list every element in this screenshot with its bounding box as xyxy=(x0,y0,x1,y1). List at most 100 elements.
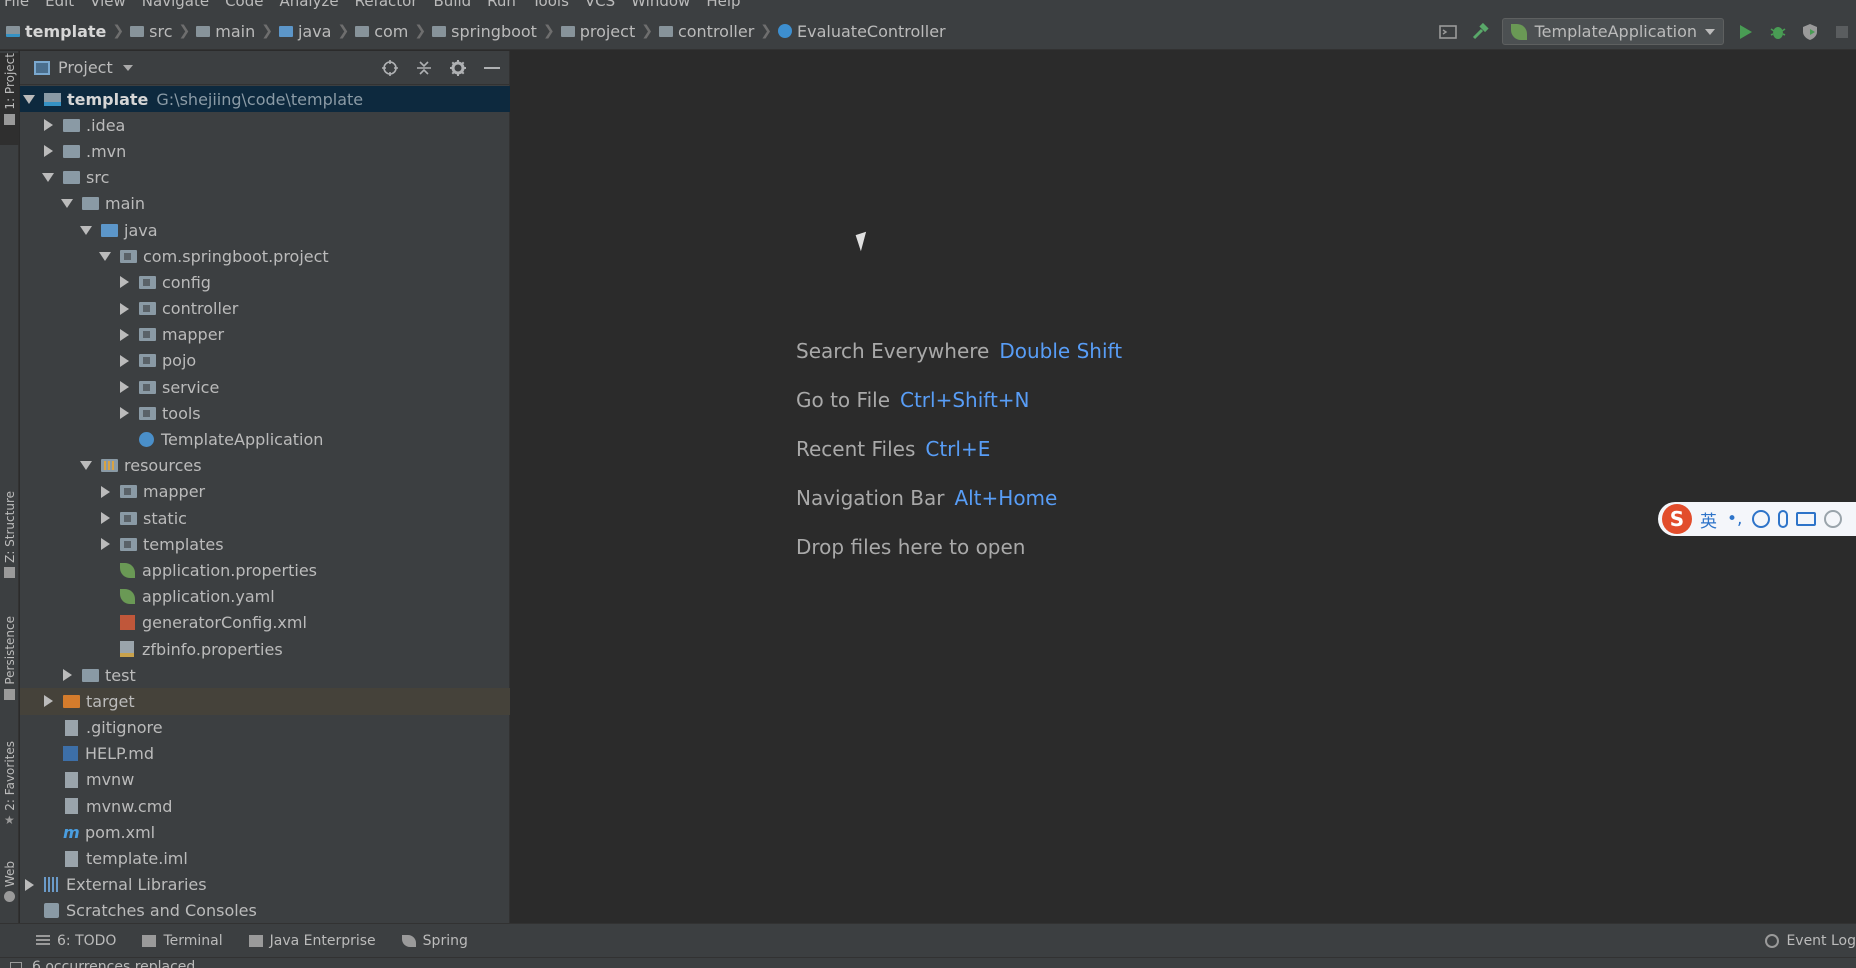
tree-item-package[interactable]: com.springboot.project xyxy=(20,243,510,269)
expand-arrow-icon[interactable] xyxy=(41,171,55,185)
emoji-icon[interactable] xyxy=(1752,510,1771,528)
tool-tab-project[interactable]: 1: Project xyxy=(0,53,19,145)
tool-tab-spring[interactable]: Spring xyxy=(401,933,468,949)
menu-file[interactable]: File xyxy=(4,0,29,13)
expand-arrow-icon[interactable] xyxy=(22,92,36,106)
tool-tab-terminal[interactable]: Terminal xyxy=(142,933,223,949)
tree-item-target[interactable]: target xyxy=(20,688,510,715)
collapse-arrow-icon[interactable] xyxy=(117,380,131,394)
tree-item-templates[interactable]: templates xyxy=(20,531,510,557)
menu-code[interactable]: Code xyxy=(225,0,263,13)
tool-tab-web[interactable]: Web xyxy=(0,861,19,916)
tree-item-help-md[interactable]: HELP.md xyxy=(20,741,510,767)
collapse-arrow-icon[interactable] xyxy=(98,511,112,525)
tree-item-external-libraries[interactable]: External Libraries xyxy=(20,872,510,898)
build-project-button[interactable] xyxy=(1470,22,1490,42)
breadcrumb-item-project[interactable]: project ❯ xyxy=(560,13,659,49)
breadcrumb-item-template[interactable]: template ❯ xyxy=(6,13,130,49)
menu-navigate[interactable]: Navigate xyxy=(142,0,209,13)
tree-item-config[interactable]: config xyxy=(20,269,510,295)
breadcrumb-item-controller[interactable]: controller ❯ xyxy=(658,13,778,49)
run-configuration-select[interactable]: TemplateApplication xyxy=(1501,18,1724,45)
collapse-arrow-icon[interactable] xyxy=(60,668,74,682)
tree-item-idea[interactable]: .idea xyxy=(20,112,510,138)
collapse-arrow-icon[interactable] xyxy=(98,485,112,499)
tree-item-mvnw[interactable]: mvnw xyxy=(20,767,510,793)
collapse-arrow-icon[interactable] xyxy=(41,694,55,708)
tree-item-application-properties[interactable]: application.properties xyxy=(20,557,510,583)
keyboard-icon[interactable] xyxy=(1796,512,1817,526)
tool-tab-java-enterprise[interactable]: Java Enterprise xyxy=(248,933,376,949)
menu-window[interactable]: Window xyxy=(631,0,690,13)
tree-item-pojo[interactable]: pojo xyxy=(20,348,510,374)
collapse-arrow-icon[interactable] xyxy=(117,275,131,289)
tree-item-generatorconfig[interactable]: generatorConfig.xml xyxy=(20,610,510,636)
tree-item-zfbinfo[interactable]: zfbinfo.properties xyxy=(20,636,510,662)
tree-item-scratches[interactable]: Scratches and Consoles xyxy=(20,898,510,924)
debug-button[interactable] xyxy=(1768,22,1788,42)
project-view-selector[interactable]: Project xyxy=(58,58,113,77)
tree-item-template-iml[interactable]: template.iml xyxy=(20,845,510,871)
breadcrumb-item-main[interactable]: main ❯ xyxy=(196,13,279,49)
expand-arrow-icon[interactable] xyxy=(79,223,93,237)
tree-item-pom-xml[interactable]: m pom.xml xyxy=(20,819,510,845)
collapse-arrow-icon[interactable] xyxy=(117,406,131,420)
menu-edit[interactable]: Edit xyxy=(45,0,74,13)
collapse-arrow-icon[interactable] xyxy=(98,537,112,551)
stop-button[interactable] xyxy=(1832,22,1852,42)
collapse-arrow-icon[interactable] xyxy=(117,354,131,368)
expand-arrow-icon[interactable] xyxy=(60,197,74,211)
hide-panel-button[interactable] xyxy=(481,57,503,79)
breadcrumb-item-java[interactable]: java ❯ xyxy=(278,13,355,49)
ime-toolbar[interactable]: S 英 •, xyxy=(1658,502,1856,536)
tree-item-tools[interactable]: tools xyxy=(20,400,510,426)
tree-item-template[interactable]: template G:\shejiing\code\template xyxy=(20,86,510,113)
run-button[interactable] xyxy=(1736,22,1756,42)
tree-item-java[interactable]: java xyxy=(20,217,510,243)
tree-item-res-mapper[interactable]: mapper xyxy=(20,479,510,505)
chevron-down-icon[interactable] xyxy=(122,64,133,71)
menu-analyze[interactable]: Analyze xyxy=(279,0,338,13)
locate-file-button[interactable] xyxy=(379,57,401,79)
tree-item-resources[interactable]: resources xyxy=(20,453,510,479)
tree-item-mvnw-cmd[interactable]: mvnw.cmd xyxy=(20,793,510,819)
ime-mode-toggle[interactable]: 英 xyxy=(1700,507,1717,532)
tree-item-controller[interactable]: controller xyxy=(20,296,510,322)
tree-item-mvn[interactable]: .mvn xyxy=(20,138,510,164)
tool-tab-structure[interactable]: Z: Structure xyxy=(0,491,19,583)
tree-item-test[interactable]: test xyxy=(20,662,510,688)
collapse-arrow-icon[interactable] xyxy=(22,878,36,892)
tool-tab-todo[interactable]: 6: TODO xyxy=(36,933,116,949)
collapse-arrow-icon[interactable] xyxy=(41,144,55,158)
ime-punctuation-toggle[interactable]: •, xyxy=(1727,509,1742,529)
tree-item-mapper[interactable]: mapper xyxy=(20,322,510,348)
microphone-icon[interactable] xyxy=(1778,510,1789,528)
menu-run[interactable]: Run xyxy=(487,0,516,13)
tree-item-src[interactable]: src xyxy=(20,165,510,191)
menu-view[interactable]: View xyxy=(90,0,126,13)
breadcrumb-item-springboot[interactable]: springboot ❯ xyxy=(432,13,561,49)
tree-item-gitignore[interactable]: .gitignore xyxy=(20,715,510,741)
menu-build[interactable]: Build xyxy=(434,0,472,13)
tree-item-templateapplication[interactable]: TemplateApplication xyxy=(20,426,510,452)
tool-tab-favorites[interactable]: 2: Favorites ★ xyxy=(0,741,19,841)
breadcrumb-item-src[interactable]: src ❯ xyxy=(130,13,196,49)
tree-item-application-yaml[interactable]: application.yaml xyxy=(20,584,510,610)
tree-item-service[interactable]: service xyxy=(20,374,510,400)
breadcrumb-item-com[interactable]: com ❯ xyxy=(355,13,432,49)
menu-tools[interactable]: Tools xyxy=(532,0,569,13)
editor-area[interactable]: Search Everywhere Double Shift Go to File… xyxy=(511,51,1856,923)
tree-item-main[interactable]: main xyxy=(20,191,510,217)
collapse-arrow-icon[interactable] xyxy=(117,328,131,342)
tool-tab-event-log[interactable]: Event Log xyxy=(1765,924,1856,958)
collapse-all-button[interactable] xyxy=(413,57,435,79)
run-with-coverage-button[interactable] xyxy=(1800,22,1820,42)
collapse-arrow-icon[interactable] xyxy=(41,118,55,132)
menu-vcs[interactable]: VCS xyxy=(585,0,615,13)
breadcrumb-item-evaluatecontroller[interactable]: EvaluateController xyxy=(778,13,946,49)
run-anything-button[interactable] xyxy=(1438,22,1458,42)
menu-refactor[interactable]: Refactor xyxy=(355,0,418,13)
menu-help[interactable]: Help xyxy=(706,0,740,13)
tool-tab-persistence[interactable]: Persistence xyxy=(0,616,19,706)
collapse-arrow-icon[interactable] xyxy=(117,302,131,316)
